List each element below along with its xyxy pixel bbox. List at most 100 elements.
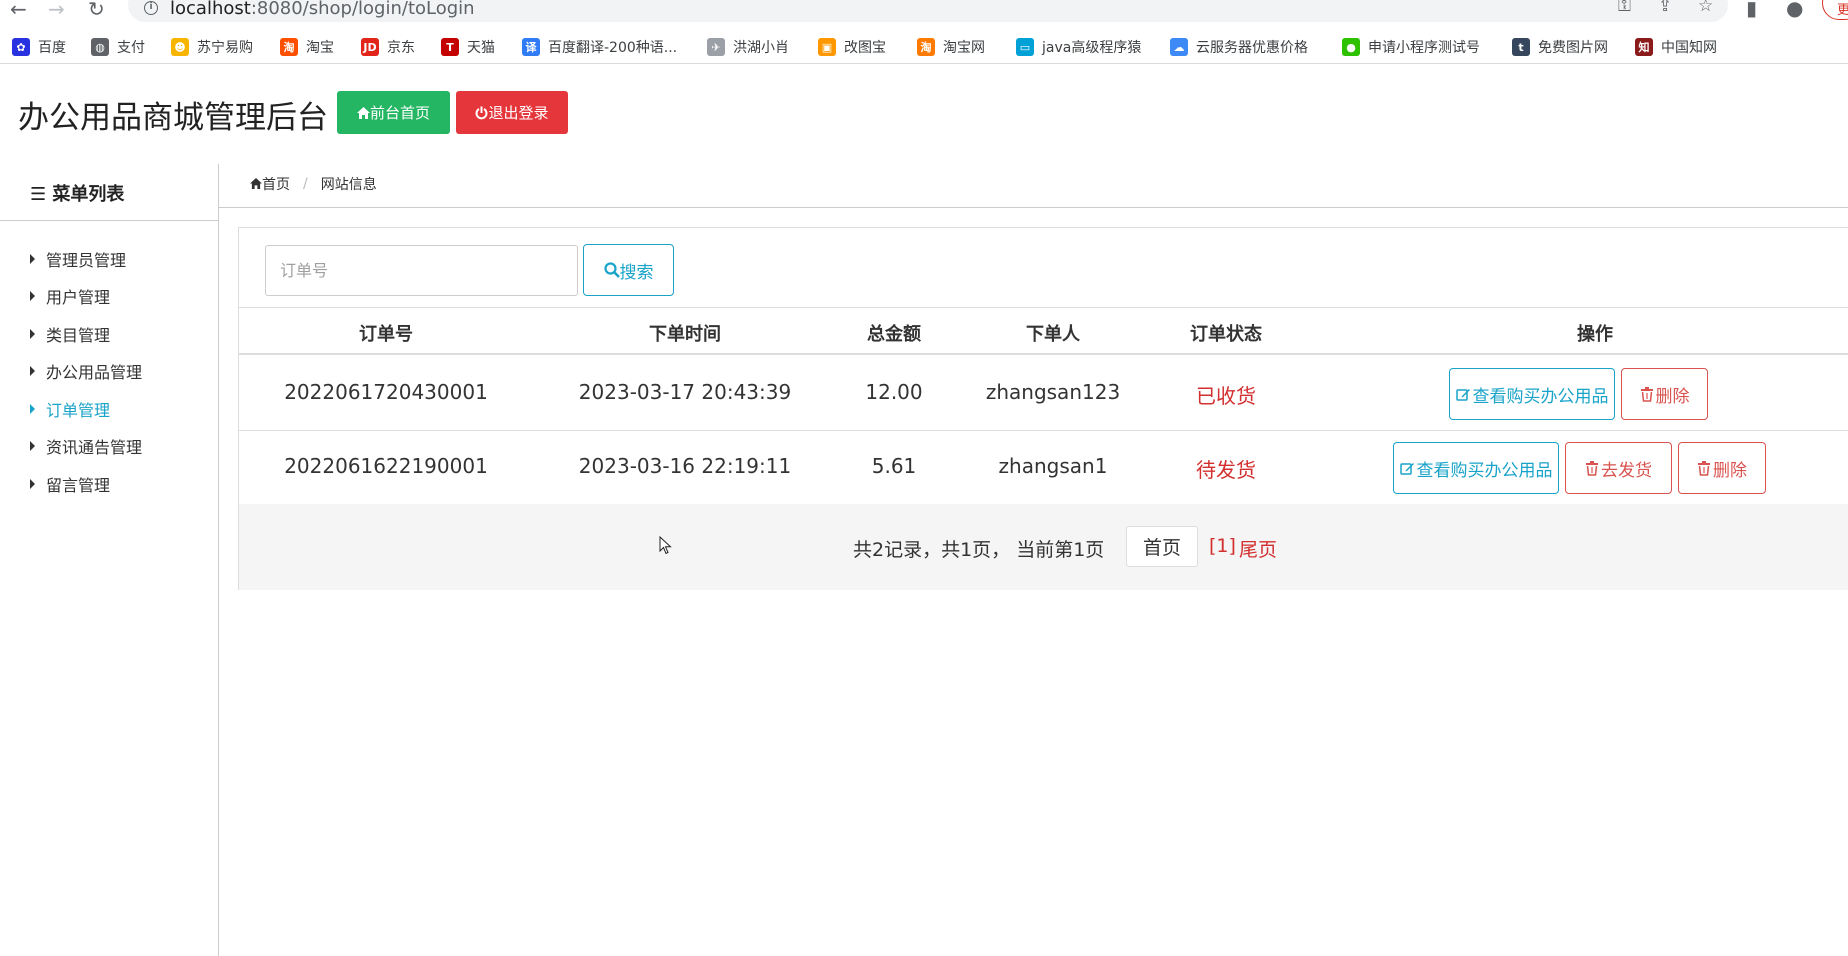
- trash-icon: [1585, 460, 1601, 476]
- back-icon[interactable]: ←: [10, 0, 27, 21]
- sidebar-divider: [0, 220, 218, 221]
- table-cell: 12.00: [865, 380, 923, 404]
- globe-icon: ◍: [91, 38, 109, 56]
- view-items-button[interactable]: 查看购买办公用品: [1393, 442, 1559, 494]
- sidebar-menu-label: 订单管理: [46, 401, 111, 420]
- bookmark-item[interactable]: 淘淘宝: [280, 36, 334, 58]
- first-page-button[interactable]: 首页: [1126, 526, 1198, 567]
- gaitubao-icon: ▣: [818, 38, 836, 56]
- side-panel-icon[interactable]: ▮: [1746, 0, 1757, 20]
- breadcrumb: 首页 / 网站信息: [250, 174, 377, 194]
- bookmark-item[interactable]: 译百度翻译-200种语...: [522, 36, 677, 58]
- pagination: 共2记录，共1页， 当前第1页 首页 [1] 尾页: [239, 504, 1848, 590]
- logout-button[interactable]: 退出登录: [456, 91, 568, 134]
- cloud-icon: ☁: [1170, 38, 1188, 56]
- bookmark-item[interactable]: 淘淘宝网: [917, 36, 985, 58]
- sidebar-heading-label: 菜单列表: [52, 184, 125, 205]
- bookmark-item[interactable]: ☁ 云服务器优惠价格: [1170, 36, 1308, 58]
- reload-icon[interactable]: ↻: [88, 0, 105, 21]
- profile-icon[interactable]: ●: [1786, 0, 1803, 20]
- bookmark-label: java高级程序猿: [1042, 40, 1142, 56]
- share-icon[interactable]: ⇪: [1658, 0, 1672, 16]
- action-label: 查看购买办公用品: [1472, 386, 1609, 407]
- bookmark-item[interactable]: T 天猫: [441, 36, 495, 58]
- bookmark-item[interactable]: ▣ 改图宝: [818, 36, 886, 58]
- column-header: 操作: [1577, 324, 1613, 345]
- caret-right-icon: [30, 329, 35, 339]
- bookmark-item[interactable]: 知中国知网: [1635, 36, 1717, 58]
- sidebar-menu-item[interactable]: 资讯通告管理: [30, 434, 142, 458]
- browser-toolbar: ← → ↻ i localhost:8080/shop/login/toLogi…: [0, 0, 1848, 22]
- sidebar-menu-item[interactable]: 用户管理: [30, 284, 110, 308]
- bookmark-item[interactable]: ✈ 洪湖小肖: [707, 36, 789, 58]
- sidebar-menu-label: 资讯通告管理: [46, 438, 143, 457]
- caret-right-icon: [30, 366, 35, 376]
- column-header: 下单时间: [649, 324, 721, 345]
- trash-icon: [1697, 460, 1713, 476]
- breadcrumb-home[interactable]: 首页: [250, 174, 290, 194]
- update-button[interactable]: 更: [1822, 0, 1848, 20]
- pagination-summary: 共2记录，共1页， 当前第1页: [853, 539, 1105, 561]
- site-info-icon[interactable]: i: [144, 1, 158, 15]
- ship-button[interactable]: 去发货: [1565, 442, 1672, 494]
- bookmark-label: 苏宁易购: [197, 40, 253, 56]
- bookmark-item[interactable]: ◍ 支付: [91, 36, 145, 58]
- sidebar-menu-item[interactable]: 管理员管理: [30, 247, 126, 271]
- action-label: 去发货: [1601, 460, 1652, 481]
- taobao-net-icon: 淘: [917, 38, 935, 56]
- power-icon: [475, 106, 488, 119]
- forward-icon[interactable]: →: [48, 0, 65, 21]
- search-button[interactable]: 搜索: [583, 244, 674, 296]
- bookmark-label: 天猫: [467, 40, 495, 56]
- caret-right-icon: [30, 254, 35, 264]
- bird-icon: ✈: [707, 38, 725, 56]
- sidebar-menu-label: 类目管理: [46, 326, 111, 345]
- bookmark-item[interactable]: ☻ 苏宁易购: [171, 36, 253, 58]
- trash-icon: [1640, 386, 1656, 402]
- bookmark-item[interactable]: ● 申请小程序测试号: [1342, 36, 1480, 58]
- bookmarks-bar: ✿ 百度 ◍ 支付 ☻ 苏宁易购 淘淘宝 JD 京东 T 天猫 译百度翻译-200种语... ✈ 洪湖小肖…: [0, 30, 1848, 64]
- bookmark-label: 京东: [387, 40, 415, 56]
- bookmark-label: 中国知网: [1661, 40, 1717, 56]
- action-label: 删除: [1655, 386, 1690, 407]
- sidebar-menu-item[interactable]: 订单管理: [30, 397, 110, 421]
- baidu-icon: ✿: [12, 38, 30, 56]
- table-cell: 2022061622190001: [284, 454, 488, 478]
- bookmark-label: 百度翻译-200种语...: [548, 40, 678, 56]
- sidebar-menu-item[interactable]: 类目管理: [30, 322, 110, 346]
- frontend-home-button[interactable]: 前台首页: [337, 91, 450, 134]
- table-cell: 2022061720430001: [284, 380, 488, 404]
- bookmark-item[interactable]: t 免费图片网: [1512, 36, 1608, 58]
- key-icon[interactable]: ⚿: [1618, 0, 1631, 16]
- bookmark-label: 淘宝网: [943, 40, 985, 56]
- bookmark-label: 洪湖小肖: [733, 40, 789, 56]
- delete-button[interactable]: 删除: [1621, 368, 1708, 420]
- caret-right-icon: [30, 479, 35, 489]
- column-header: 订单号: [359, 324, 413, 345]
- sidebar-menu-item[interactable]: 留言管理: [30, 472, 110, 496]
- sidebar-menu-item[interactable]: 办公用品管理: [30, 359, 142, 383]
- tumblr-icon: t: [1512, 38, 1530, 56]
- action-label: 删除: [1713, 460, 1747, 481]
- bookmark-item[interactable]: ▭ java高级程序猿: [1016, 36, 1141, 58]
- last-page-link[interactable]: 尾页: [1239, 535, 1277, 562]
- caret-right-icon: [30, 291, 35, 301]
- table-cell: zhangsan123: [985, 380, 1121, 404]
- bookmark-item[interactable]: JD 京东: [361, 36, 415, 58]
- view-items-button[interactable]: 查看购买办公用品: [1449, 368, 1615, 420]
- orders-panel: 搜索 订单号下单时间总金额下单人订单状态操作 20220617204300012…: [238, 227, 1848, 590]
- sidebar-menu-label: 管理员管理: [46, 251, 127, 270]
- bookmark-label: 申请小程序测试号: [1368, 40, 1480, 56]
- bookmark-item[interactable]: ✿ 百度: [12, 36, 66, 58]
- url-text[interactable]: localhost:8080/shop/login/toLogin: [170, 0, 475, 19]
- bookmark-star-icon[interactable]: ☆: [1698, 0, 1713, 16]
- table-cell: 2023-03-16 22:19:11: [578, 454, 792, 478]
- edit-icon: [1399, 461, 1417, 476]
- delete-button[interactable]: 删除: [1678, 442, 1766, 494]
- sidebar-menu-label: 办公用品管理: [46, 363, 143, 382]
- address-bar[interactable]: i localhost:8080/shop/login/toLogin ⚿ ⇪ …: [128, 0, 1728, 22]
- order-number-input[interactable]: [265, 245, 578, 296]
- taobao-icon: 淘: [280, 38, 298, 56]
- sidebar-menu-label: 用户管理: [46, 288, 111, 307]
- wechat-icon: ●: [1342, 38, 1360, 56]
